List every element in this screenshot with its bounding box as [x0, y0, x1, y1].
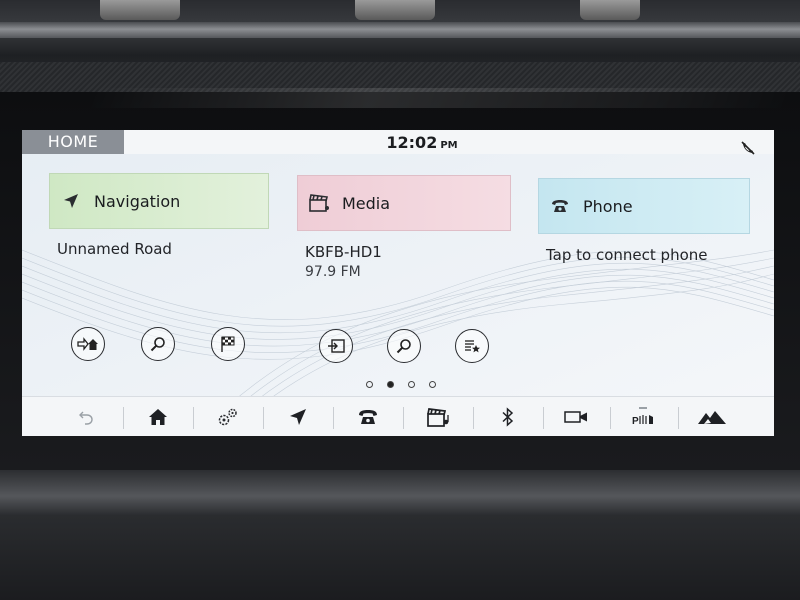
media-station-name: KBFB-HD1: [305, 243, 382, 261]
phone-tile[interactable]: Phone: [538, 178, 750, 234]
phone-disconnected-icon: [741, 141, 755, 155]
textured-trim: [0, 470, 800, 600]
clapperboard-icon: [308, 192, 330, 214]
destination-flag-icon: [221, 336, 235, 352]
toolbar-terrain-response-button[interactable]: [688, 397, 736, 436]
phone-connect-prompt[interactable]: Tap to connect phone: [546, 246, 708, 264]
bottom-toolbar: P: [22, 396, 774, 436]
toolbar-settings-button[interactable]: [204, 397, 252, 436]
media-favourites-button[interactable]: [455, 329, 489, 363]
bluetooth-icon: [502, 407, 514, 427]
status-bar: HOME 12:02 PM: [22, 130, 774, 155]
toolbar-camera-button[interactable]: [552, 397, 600, 436]
clock-ampm: PM: [440, 140, 458, 151]
toolbar-separator: [610, 407, 611, 429]
bezel-reflection: [86, 88, 794, 108]
media-frequency: 97.9 FM: [305, 264, 361, 280]
settings-icon: [218, 408, 237, 426]
clock: 12:02 PM: [362, 130, 482, 154]
terrain-response-icon: [698, 411, 726, 424]
media-icon: [427, 408, 449, 427]
dashboard-top-trim: [0, 0, 800, 92]
telephone-icon: [549, 195, 571, 217]
navigation-search-button[interactable]: [141, 327, 175, 361]
phone-icon: [359, 410, 377, 424]
page-dot[interactable]: [408, 381, 415, 388]
go-home-icon: [77, 337, 98, 351]
back-icon: [79, 411, 93, 425]
favourites-list-icon: [465, 340, 480, 353]
page-dot[interactable]: [429, 381, 436, 388]
air-vent: [580, 0, 640, 20]
navigation-tile-label: Navigation: [94, 191, 181, 211]
clock-time: 12:02: [386, 133, 438, 152]
toolbar-media-button[interactable]: [414, 397, 462, 436]
camera-icon: [564, 411, 587, 423]
source-select-icon: [328, 339, 345, 353]
toolbar-navigation-button[interactable]: [274, 397, 322, 436]
search-icon: [396, 339, 411, 354]
media-search-button[interactable]: [387, 329, 421, 363]
home-icon: [149, 409, 167, 425]
toolbar-separator: [123, 407, 124, 429]
svg-text:P: P: [632, 416, 639, 427]
toolbar-separator: [193, 407, 194, 429]
toolbar-phone-button[interactable]: [344, 397, 392, 436]
navigation-current-road: Unnamed Road: [57, 240, 172, 258]
media-tile[interactable]: Media: [297, 175, 511, 231]
navigation-arrow-icon: [60, 190, 82, 212]
media-source-button[interactable]: [319, 329, 353, 363]
toolbar-separator: [473, 407, 474, 429]
page-dot-active[interactable]: [387, 381, 394, 388]
home-tab[interactable]: HOME: [22, 130, 124, 154]
toolbar-separator: [403, 407, 404, 429]
toolbar-separator: [678, 407, 679, 429]
toolbar-parking-aid-button[interactable]: P: [619, 397, 667, 436]
page-dot[interactable]: [366, 381, 373, 388]
search-icon: [150, 337, 165, 352]
navigation-tile[interactable]: Navigation: [49, 173, 269, 229]
toolbar-separator: [543, 407, 544, 429]
air-vent: [355, 0, 435, 20]
page-indicator: [366, 381, 436, 388]
toolbar-bluetooth-button[interactable]: [484, 397, 532, 436]
go-home-button[interactable]: [71, 327, 105, 361]
back-button[interactable]: [62, 397, 110, 436]
chrome-trim: [0, 22, 800, 38]
air-vent: [100, 0, 180, 20]
phone-tile-label: Phone: [583, 196, 633, 216]
destination-button[interactable]: [211, 327, 245, 361]
navigation-icon: [290, 409, 306, 425]
parking-aid-icon: P: [632, 407, 653, 427]
media-tile-label: Media: [342, 193, 391, 213]
infotainment-screen: HOME 12:02 PM Navigation Unnamed Road Med…: [22, 130, 774, 436]
toolbar-separator: [263, 407, 264, 429]
toolbar-home-button[interactable]: [134, 397, 182, 436]
toolbar-separator: [333, 407, 334, 429]
